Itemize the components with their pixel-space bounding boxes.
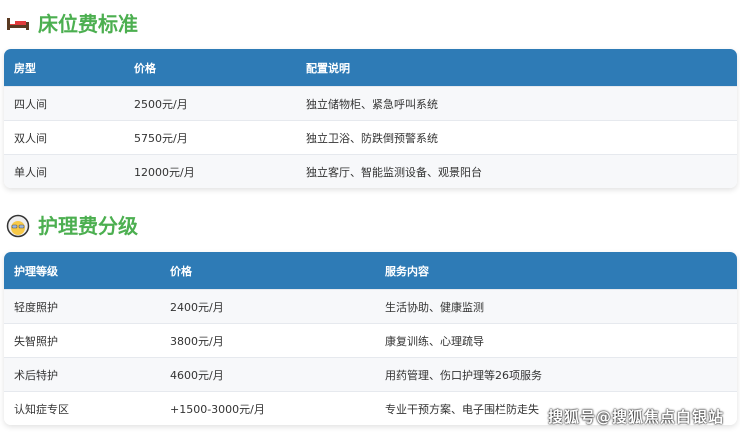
bed-fee-table: 房型 价格 配置说明四人间 2500元/月 独立储物柜、紧急呼叫系统双人间 5750元/月… [4,49,737,188]
bed-section-title: 床位费标准 [6,8,138,37]
table-cell: 5750元/月 [134,131,188,145]
table-cell: 专业干预方案、电子围栏防走失 [385,402,539,416]
column-header: 房型 [14,61,36,75]
table-cell: 四人间 [14,97,47,111]
table-header: 护理等级 价格 服务内容 [4,252,737,289]
table-cell: 3800元/月 [170,334,224,348]
table-cell: 2400元/月 [170,300,224,314]
table-cell: 康复训练、心理疏导 [385,334,484,348]
table-cell: 失智照护 [14,334,58,348]
table-cell: 2500元/月 [134,97,188,111]
table-cell: 独立储物柜、紧急呼叫系统 [306,97,438,111]
section-heading: 床位费标准 [38,12,138,36]
care-fee-table: 护理等级 价格 服务内容轻度照护 2400元/月 生活协助、健康监测失智照护 3800元/… [4,252,737,425]
table-row: 四人间 2500元/月 独立储物柜、紧急呼叫系统 [4,86,737,120]
column-header: 护理等级 [14,264,58,278]
table-cell: 12000元/月 [134,165,195,179]
table-cell: 轻度照护 [14,300,58,314]
table-header: 房型 价格 配置说明 [4,49,737,86]
care-section-title: 护理费分级 [6,210,138,239]
table-row: 双人间 5750元/月 独立卫浴、防跌倒预警系统 [4,120,737,154]
table-cell: 4600元/月 [170,368,224,382]
column-header: 价格 [134,61,156,75]
table-cell: 单人间 [14,165,47,179]
table-cell: +1500-3000元/月 [170,402,265,416]
table-cell: 术后特护 [14,368,58,382]
bed-icon [6,12,30,34]
column-header: 服务内容 [385,264,429,278]
older-person-icon [6,214,30,237]
table-cell: 独立客厅、智能监测设备、观景阳台 [306,165,482,179]
table-cell: 认知症专区 [14,402,69,416]
table-row: 术后特护 4600元/月 用药管理、伤口护理等26项服务 [4,357,737,391]
column-header: 价格 [170,264,192,278]
column-header: 配置说明 [306,61,350,75]
table-row: 单人间 12000元/月 独立客厅、智能监测设备、观景阳台 [4,154,737,188]
section-heading: 护理费分级 [38,214,138,238]
table-cell: 双人间 [14,131,47,145]
table-cell: 生活协助、健康监测 [385,300,484,314]
table-cell: 独立卫浴、防跌倒预警系统 [306,131,438,145]
watermark: 搜狐号@搜狐焦点白银站 [547,408,724,426]
table-row: 轻度照护 2400元/月 生活协助、健康监测 [4,289,737,323]
table-row: 失智照护 3800元/月 康复训练、心理疏导 [4,323,737,357]
table-cell: 用药管理、伤口护理等26项服务 [385,368,542,382]
